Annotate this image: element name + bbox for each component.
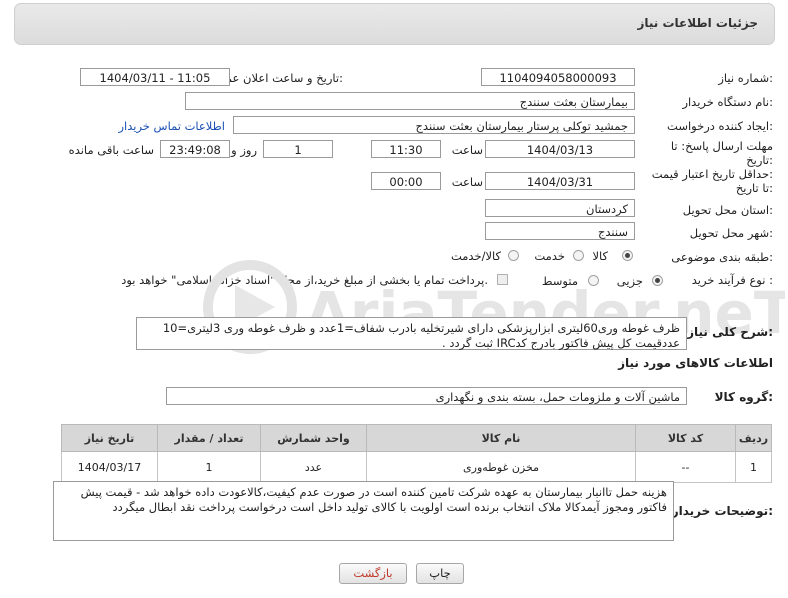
deadline-time-field: 11:30 — [371, 140, 441, 158]
goods-group-label: گروه کالا: — [714, 390, 773, 404]
treasury-payment-note: پرداخت تمام یا بخشی از مبلغ خرید،از محل … — [121, 273, 488, 287]
process-radio-medium[interactable] — [588, 275, 599, 286]
treasury-payment-checkbox[interactable] — [497, 274, 508, 285]
buyer-notes-text: هزینه حمل تاانبار بیمارستان به عهده شرکت… — [53, 481, 674, 541]
remaining-days-label: روز و — [231, 143, 257, 157]
remaining-days-field: 1 — [263, 140, 333, 158]
province-field: کردستان — [485, 199, 635, 217]
creator-field: جمشید توکلی پرستار بیمارستان بعثت سنندج — [233, 116, 635, 134]
page-title: جزئیات اطلاعات نیاز — [637, 16, 758, 30]
description-line-1: ظرف غوطه وری60لیتری ابزارپزشکی دارای شیر… — [162, 321, 680, 335]
cell-date: 1404/03/17 — [61, 451, 158, 483]
col-code: کد کالا — [635, 424, 736, 452]
need-number-label: شماره نیاز: — [718, 71, 773, 85]
buyer-notes-line-2: فاکتور ومجوز آیمدکالا ملاک انتخاب برنده … — [112, 500, 667, 514]
buyer-org-label: نام دستگاه خریدار: — [682, 95, 773, 109]
col-name: نام کالا — [366, 424, 636, 452]
col-date: تاریخ نیاز — [61, 424, 158, 452]
buyer-notes-line-1: هزینه حمل تاانبار بیمارستان به عهده شرکت… — [80, 485, 667, 499]
price-validity-date-field: 1404/03/31 — [485, 172, 635, 190]
price-validity-label-line2: تا تاریخ: — [735, 181, 773, 195]
process-option-minor: جزیی — [616, 274, 643, 288]
category-radio-goods[interactable] — [622, 250, 633, 261]
price-validity-time-field: 00:00 — [371, 172, 441, 190]
buyer-notes-label: توضیحات خریدار: — [671, 504, 773, 518]
city-label: شهر محل تحویل: — [689, 226, 773, 240]
remaining-time-label: ساعت باقی مانده — [68, 143, 154, 157]
creator-label: ایجاد کننده درخواست: — [667, 119, 773, 133]
announce-date-field: 1404/03/11 - 11:05 — [80, 68, 230, 86]
goods-table: ردیف کد کالا نام کالا واحد شمارش تعداد /… — [61, 424, 772, 483]
table-row: 1 -- مخزن غوطه‌وری عدد 1 1404/03/17 — [61, 451, 772, 483]
category-option-goods-service: کالا/خدمت — [450, 249, 501, 263]
buyer-contact-link[interactable]: اطلاعات تماس خریدار — [118, 119, 225, 133]
process-option-medium: متوسط — [541, 274, 578, 288]
goods-group-field: ماشین آلات و ملزومات حمل، بسته بندی و نگ… — [166, 387, 687, 405]
need-number-field: 1104094058000093 — [481, 68, 635, 86]
deadline-date-field: 1404/03/13 — [485, 140, 635, 158]
category-option-service: خدمت — [534, 249, 565, 263]
deadline-label-line2: تاریخ: — [746, 153, 773, 167]
deadline-label-line1: مهلت ارسال پاسخ: تا — [670, 139, 773, 153]
goods-table-header: ردیف کد کالا نام کالا واحد شمارش تعداد /… — [61, 424, 772, 452]
process-radio-minor[interactable] — [652, 275, 663, 286]
category-radio-goods-service[interactable] — [508, 250, 519, 261]
city-field: سنندج — [485, 222, 635, 240]
cell-qty: 1 — [157, 451, 261, 483]
buyer-org-field: بیمارستان بعثت سنندج — [185, 92, 635, 110]
print-button[interactable]: چاپ — [416, 563, 464, 584]
deadline-time-label: ساعت — [451, 143, 483, 157]
description-label: شرح کلی نیاز: — [687, 325, 773, 339]
description-text: ظرف غوطه وری60لیتری ابزارپزشکی دارای شیر… — [136, 317, 687, 350]
col-row: ردیف — [735, 424, 772, 452]
description-line-2: عددقیمت کل پیش فاکتور بادرج کدIRC ثبت گر… — [442, 336, 680, 350]
remaining-time-field: 23:49:08 — [160, 140, 230, 158]
goods-section-title: اطلاعات کالاهای مورد نیاز — [618, 356, 773, 370]
price-validity-time-label: ساعت — [451, 175, 483, 189]
header-panel: جزئیات اطلاعات نیاز — [14, 3, 775, 45]
category-option-goods: کالا — [592, 249, 608, 263]
cell-name: مخزن غوطه‌وری — [366, 451, 636, 483]
cell-code: -- — [635, 451, 736, 483]
category-label: طبقه بندی موضوعی: — [671, 250, 773, 264]
province-label: استان محل تحویل: — [682, 203, 773, 217]
category-radio-service[interactable] — [573, 250, 584, 261]
cell-row: 1 — [735, 451, 772, 483]
price-validity-label-line1: حداقل تاریخ اعتبار قیمت: — [651, 167, 773, 181]
process-label: نوع فرآیند خرید : — [691, 273, 773, 287]
col-qty: تعداد / مقدار — [157, 424, 261, 452]
back-button[interactable]: بازگشت — [339, 563, 407, 584]
col-unit: واحد شمارش — [260, 424, 367, 452]
cell-unit: عدد — [260, 451, 367, 483]
